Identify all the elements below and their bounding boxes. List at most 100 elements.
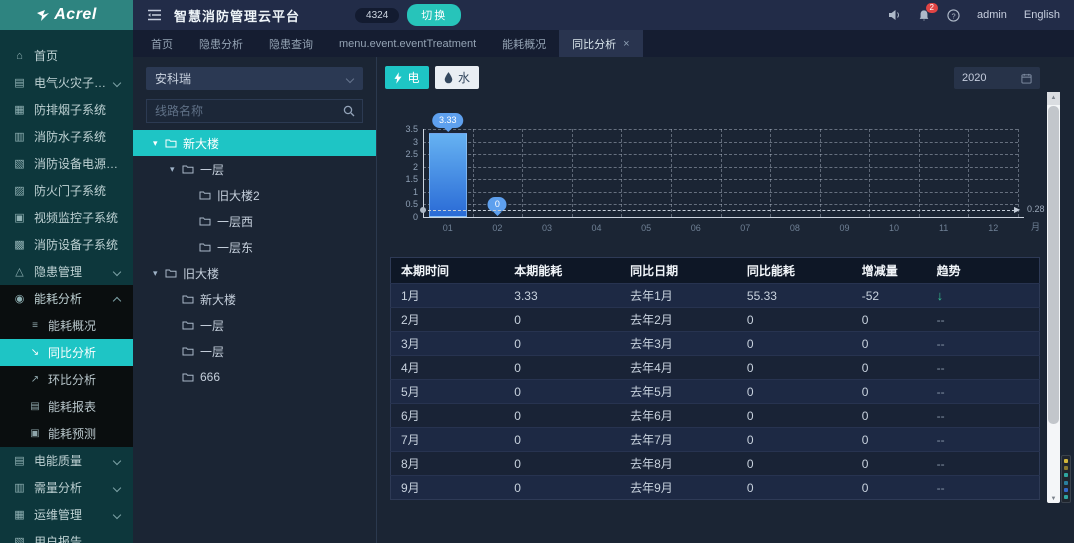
- folder-icon: [199, 242, 211, 252]
- tab-0[interactable]: 首页: [138, 30, 186, 57]
- sidebar-item-4[interactable]: ▧ 消防设备电源子系统: [0, 150, 133, 177]
- y-axis-tick-label: 2.5: [405, 149, 418, 160]
- help-icon[interactable]: ?: [947, 8, 960, 22]
- search-button[interactable]: [336, 100, 362, 122]
- organization-dropdown[interactable]: 安科瑞: [146, 67, 363, 90]
- sidebar-item-12[interactable]: ▦ 运维管理: [0, 501, 133, 528]
- folder-icon: [182, 372, 194, 382]
- smoke-exhaust-icon: ▦: [14, 104, 25, 116]
- cell-6-0: 7月: [390, 427, 505, 452]
- water-type-button[interactable]: 水: [435, 66, 479, 89]
- widget-dot-2: [1064, 473, 1068, 478]
- table-row[interactable]: 5月 0 去年5月 0 0 --: [390, 379, 1040, 404]
- sidebar-subitem-label: 同比分析: [48, 346, 97, 360]
- sidebar-item-7[interactable]: ▩ 消防设备子系统: [0, 231, 133, 258]
- scrollbar-up-arrow-icon[interactable]: ▲: [1047, 92, 1060, 105]
- cell-6-5: --: [926, 427, 1040, 452]
- sidebar-item-6[interactable]: ▣ 视频监控子系统: [0, 204, 133, 231]
- sidebar-item-8[interactable]: △ 隐患管理: [0, 258, 133, 285]
- tree-node-8[interactable]: 一层: [133, 338, 376, 364]
- table-row[interactable]: 8月 0 去年8月 0 0 --: [390, 451, 1040, 476]
- tab-1[interactable]: 隐患分析: [186, 30, 256, 57]
- sidebar-item-label: 运维管理: [34, 508, 83, 522]
- average-reference-line: [423, 209, 1015, 211]
- close-tab-icon[interactable]: ×: [623, 38, 629, 50]
- table-row[interactable]: 4月 0 去年4月 0 0 --: [390, 355, 1040, 380]
- scrollbar-down-arrow-icon[interactable]: ▼: [1047, 496, 1060, 502]
- sidebar-item-label: 隐患管理: [34, 265, 83, 279]
- sidebar-item-13[interactable]: ▧ 用户报告: [0, 528, 133, 543]
- tree-node-9[interactable]: 666: [133, 364, 376, 390]
- yoy-icon: ↘: [30, 347, 40, 358]
- tree-caret-icon[interactable]: ▾: [153, 268, 165, 279]
- tree-node-1[interactable]: ▾ 一层: [133, 156, 376, 182]
- sidebar-item-10[interactable]: ▤ 电能质量: [0, 447, 133, 474]
- v-gridline: [819, 129, 821, 217]
- sidebar-subitem-4[interactable]: ▣ 能耗预测: [0, 420, 133, 447]
- cell-7-5: --: [926, 451, 1040, 476]
- cell-1-3: 0: [736, 307, 852, 332]
- sidebar-subitem-3[interactable]: ▤ 能耗报表: [0, 393, 133, 420]
- trend-none: --: [936, 456, 945, 471]
- year-picker[interactable]: 2020: [954, 67, 1040, 89]
- column-header-1: 本期能耗: [504, 257, 621, 284]
- sidebar-item-5[interactable]: ▨ 防火门子系统: [0, 177, 133, 204]
- tab-2[interactable]: 隐患查询: [256, 30, 326, 57]
- tree-node-4[interactable]: 一层东: [133, 234, 376, 260]
- search-input[interactable]: [147, 104, 336, 118]
- notification-bell-icon[interactable]: 2: [918, 2, 938, 22]
- table-row[interactable]: 2月 0 去年2月 0 0 --: [390, 307, 1040, 332]
- username[interactable]: admin: [977, 9, 1007, 21]
- tree-caret-icon[interactable]: ▾: [153, 138, 165, 149]
- sidebar-subitem-0[interactable]: ≡ 能耗概况: [0, 312, 133, 339]
- tab-3[interactable]: menu.event.eventTreatment: [326, 30, 489, 57]
- speaker-icon[interactable]: [888, 9, 901, 21]
- switch-button[interactable]: 切换: [407, 4, 462, 26]
- tab-label: menu.event.eventTreatment: [339, 37, 477, 50]
- energy-icon: ◉: [14, 293, 25, 305]
- vertical-scrollbar[interactable]: ▲ ▼: [1047, 92, 1060, 503]
- tree-node-6[interactable]: 新大楼: [133, 286, 376, 312]
- bar-month-01[interactable]: [428, 133, 467, 217]
- sidebar-group-expanded: ◉ 能耗分析 ≡ 能耗概况 ↘ 同比分析 ↗ 环比分析 ▤ 能耗报表 ▣ 能耗预测: [0, 285, 133, 447]
- search-icon: [343, 105, 355, 117]
- tree-node-0[interactable]: ▾ 新大楼: [133, 130, 376, 156]
- language-switch[interactable]: English: [1024, 9, 1060, 21]
- sidebar-item-2[interactable]: ▦ 防排烟子系统: [0, 96, 133, 123]
- tree-node-7[interactable]: 一层: [133, 312, 376, 338]
- organization-dropdown-value: 安科瑞: [155, 72, 192, 86]
- sidebar-item-3[interactable]: ▥ 消防水子系统: [0, 123, 133, 150]
- tree-node-label: 一层: [200, 344, 225, 359]
- tab-5[interactable]: 同比分析 ×: [559, 30, 643, 57]
- tree-node-label: 一层: [200, 162, 225, 177]
- electric-type-button[interactable]: 电: [385, 66, 429, 89]
- table-row[interactable]: 6月 0 去年6月 0 0 --: [390, 403, 1040, 428]
- table-row[interactable]: 3月 0 去年3月 0 0 --: [390, 331, 1040, 356]
- cell-5-1: 0: [504, 403, 621, 428]
- sidebar-item-0[interactable]: ⌂ 首页: [0, 42, 133, 69]
- brand-name: Acrel: [54, 6, 97, 23]
- scrollbar-thumb[interactable]: [1048, 106, 1059, 424]
- sidebar-item-11[interactable]: ▥ 需量分析: [0, 474, 133, 501]
- y-axis-tick-label: 0: [412, 212, 418, 222]
- folder-icon: [165, 268, 177, 278]
- chevron-down-icon: [112, 267, 122, 276]
- tab-4[interactable]: 能耗概况: [489, 30, 559, 57]
- tree-node-3[interactable]: 一层西: [133, 208, 376, 234]
- tree-node-2[interactable]: 旧大楼2: [133, 182, 376, 208]
- cell-4-2: 去年5月: [620, 379, 737, 404]
- tree-node-5[interactable]: ▾ 旧大楼: [133, 260, 376, 286]
- sidebar-item-9[interactable]: ◉ 能耗分析: [0, 285, 133, 312]
- sidebar-subitem-2[interactable]: ↗ 环比分析: [0, 366, 133, 393]
- power-quality-icon: ▤: [14, 455, 25, 467]
- sidebar-subitem-1[interactable]: ↘ 同比分析: [0, 339, 133, 366]
- cell-3-3: 0: [736, 355, 852, 380]
- sidebar-item-1[interactable]: ▤ 电气火灾子系统: [0, 69, 133, 96]
- tree-caret-icon[interactable]: ▾: [170, 164, 182, 175]
- floating-widget[interactable]: [1061, 455, 1071, 503]
- collapse-menu-icon[interactable]: [147, 9, 162, 21]
- table-row[interactable]: 9月 0 去年9月 0 0 --: [390, 475, 1040, 500]
- chevron-up-icon: [112, 296, 122, 305]
- table-row[interactable]: 1月 3.33 去年1月 55.33 -52 ↓: [390, 283, 1040, 308]
- table-row[interactable]: 7月 0 去年7月 0 0 --: [390, 427, 1040, 452]
